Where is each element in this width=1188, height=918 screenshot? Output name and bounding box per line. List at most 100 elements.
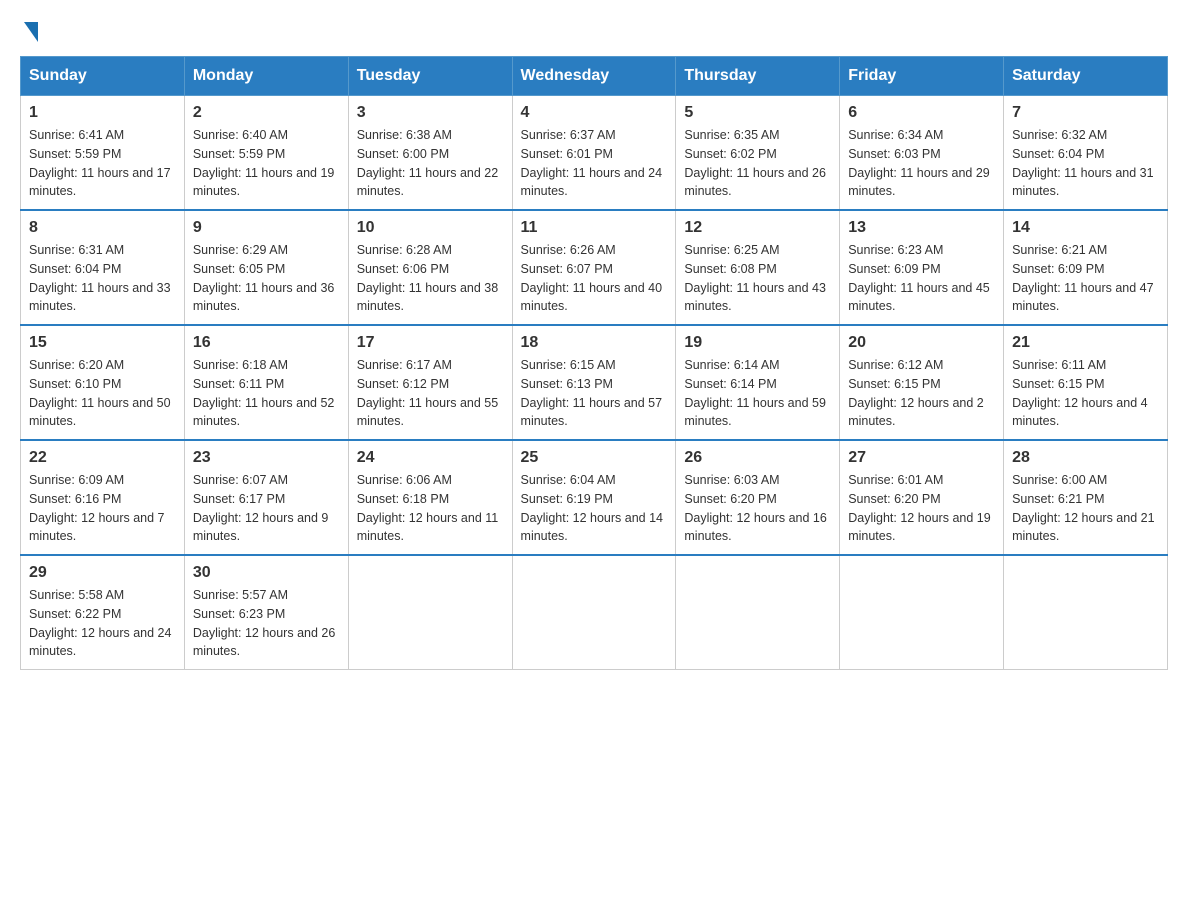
day-info: Sunrise: 6:34 AMSunset: 6:03 PMDaylight:… [848, 126, 995, 201]
calendar-cell [840, 555, 1004, 670]
day-info: Sunrise: 6:41 AMSunset: 5:59 PMDaylight:… [29, 126, 176, 201]
logo [20, 20, 38, 40]
day-number: 3 [357, 104, 504, 122]
day-info: Sunrise: 6:04 AMSunset: 6:19 PMDaylight:… [521, 471, 668, 546]
day-info: Sunrise: 5:58 AMSunset: 6:22 PMDaylight:… [29, 586, 176, 661]
weekday-header-tuesday: Tuesday [348, 57, 512, 96]
day-info: Sunrise: 6:11 AMSunset: 6:15 PMDaylight:… [1012, 356, 1159, 431]
calendar-cell: 16 Sunrise: 6:18 AMSunset: 6:11 PMDayligh… [184, 325, 348, 440]
day-number: 14 [1012, 219, 1159, 237]
day-number: 13 [848, 219, 995, 237]
day-info: Sunrise: 6:09 AMSunset: 6:16 PMDaylight:… [29, 471, 176, 546]
calendar-cell: 4 Sunrise: 6:37 AMSunset: 6:01 PMDaylight… [512, 96, 676, 211]
calendar-cell [676, 555, 840, 670]
day-number: 30 [193, 564, 340, 582]
day-number: 28 [1012, 449, 1159, 467]
day-info: Sunrise: 6:18 AMSunset: 6:11 PMDaylight:… [193, 356, 340, 431]
week-row-4: 22 Sunrise: 6:09 AMSunset: 6:16 PMDayligh… [21, 440, 1168, 555]
logo-triangle-icon [24, 22, 38, 42]
weekday-header-monday: Monday [184, 57, 348, 96]
day-number: 25 [521, 449, 668, 467]
day-info: Sunrise: 6:40 AMSunset: 5:59 PMDaylight:… [193, 126, 340, 201]
week-row-2: 8 Sunrise: 6:31 AMSunset: 6:04 PMDaylight… [21, 210, 1168, 325]
weekday-header-thursday: Thursday [676, 57, 840, 96]
day-info: Sunrise: 6:21 AMSunset: 6:09 PMDaylight:… [1012, 241, 1159, 316]
day-number: 23 [193, 449, 340, 467]
calendar-cell: 2 Sunrise: 6:40 AMSunset: 5:59 PMDaylight… [184, 96, 348, 211]
day-number: 15 [29, 334, 176, 352]
calendar-cell: 11 Sunrise: 6:26 AMSunset: 6:07 PMDayligh… [512, 210, 676, 325]
day-number: 29 [29, 564, 176, 582]
day-info: Sunrise: 6:29 AMSunset: 6:05 PMDaylight:… [193, 241, 340, 316]
calendar-cell: 27 Sunrise: 6:01 AMSunset: 6:20 PMDayligh… [840, 440, 1004, 555]
day-number: 4 [521, 104, 668, 122]
calendar-cell: 20 Sunrise: 6:12 AMSunset: 6:15 PMDayligh… [840, 325, 1004, 440]
day-info: Sunrise: 6:38 AMSunset: 6:00 PMDaylight:… [357, 126, 504, 201]
calendar-cell: 19 Sunrise: 6:14 AMSunset: 6:14 PMDayligh… [676, 325, 840, 440]
day-info: Sunrise: 6:25 AMSunset: 6:08 PMDaylight:… [684, 241, 831, 316]
day-info: Sunrise: 6:03 AMSunset: 6:20 PMDaylight:… [684, 471, 831, 546]
calendar-cell: 5 Sunrise: 6:35 AMSunset: 6:02 PMDaylight… [676, 96, 840, 211]
weekday-header-row: SundayMondayTuesdayWednesdayThursdayFrid… [21, 57, 1168, 96]
day-number: 24 [357, 449, 504, 467]
day-info: Sunrise: 6:32 AMSunset: 6:04 PMDaylight:… [1012, 126, 1159, 201]
day-number: 21 [1012, 334, 1159, 352]
calendar-cell: 8 Sunrise: 6:31 AMSunset: 6:04 PMDaylight… [21, 210, 185, 325]
day-info: Sunrise: 5:57 AMSunset: 6:23 PMDaylight:… [193, 586, 340, 661]
weekday-header-sunday: Sunday [21, 57, 185, 96]
day-info: Sunrise: 6:07 AMSunset: 6:17 PMDaylight:… [193, 471, 340, 546]
day-number: 27 [848, 449, 995, 467]
calendar-cell: 15 Sunrise: 6:20 AMSunset: 6:10 PMDayligh… [21, 325, 185, 440]
day-number: 20 [848, 334, 995, 352]
day-number: 2 [193, 104, 340, 122]
calendar-cell: 7Sunrise: 6:32 AMSunset: 6:04 PMDaylight… [1004, 96, 1168, 211]
day-number: 11 [521, 219, 668, 237]
calendar-cell: 17 Sunrise: 6:17 AMSunset: 6:12 PMDayligh… [348, 325, 512, 440]
day-info: Sunrise: 6:01 AMSunset: 6:20 PMDaylight:… [848, 471, 995, 546]
day-number: 12 [684, 219, 831, 237]
week-row-5: 29 Sunrise: 5:58 AMSunset: 6:22 PMDayligh… [21, 555, 1168, 670]
calendar-cell: 18 Sunrise: 6:15 AMSunset: 6:13 PMDayligh… [512, 325, 676, 440]
calendar-cell [512, 555, 676, 670]
day-number: 18 [521, 334, 668, 352]
day-number: 22 [29, 449, 176, 467]
day-info: Sunrise: 6:31 AMSunset: 6:04 PMDaylight:… [29, 241, 176, 316]
day-number: 9 [193, 219, 340, 237]
calendar-cell: 24Sunrise: 6:06 AMSunset: 6:18 PMDayligh… [348, 440, 512, 555]
calendar-cell [1004, 555, 1168, 670]
day-info: Sunrise: 6:15 AMSunset: 6:13 PMDaylight:… [521, 356, 668, 431]
calendar-cell: 1Sunrise: 6:41 AMSunset: 5:59 PMDaylight… [21, 96, 185, 211]
day-number: 26 [684, 449, 831, 467]
calendar-cell: 29 Sunrise: 5:58 AMSunset: 6:22 PMDayligh… [21, 555, 185, 670]
calendar-cell [348, 555, 512, 670]
calendar-cell: 9 Sunrise: 6:29 AMSunset: 6:05 PMDaylight… [184, 210, 348, 325]
page-header [20, 20, 1168, 40]
day-info: Sunrise: 6:35 AMSunset: 6:02 PMDaylight:… [684, 126, 831, 201]
calendar-cell: 3 Sunrise: 6:38 AMSunset: 6:00 PMDaylight… [348, 96, 512, 211]
day-info: Sunrise: 6:17 AMSunset: 6:12 PMDaylight:… [357, 356, 504, 431]
day-info: Sunrise: 6:12 AMSunset: 6:15 PMDaylight:… [848, 356, 995, 431]
day-number: 8 [29, 219, 176, 237]
calendar-cell: 6 Sunrise: 6:34 AMSunset: 6:03 PMDaylight… [840, 96, 1004, 211]
day-info: Sunrise: 6:20 AMSunset: 6:10 PMDaylight:… [29, 356, 176, 431]
day-info: Sunrise: 6:28 AMSunset: 6:06 PMDaylight:… [357, 241, 504, 316]
calendar-cell: 10Sunrise: 6:28 AMSunset: 6:06 PMDayligh… [348, 210, 512, 325]
day-number: 19 [684, 334, 831, 352]
day-info: Sunrise: 6:26 AMSunset: 6:07 PMDaylight:… [521, 241, 668, 316]
calendar-cell: 28Sunrise: 6:00 AMSunset: 6:21 PMDayligh… [1004, 440, 1168, 555]
calendar-cell: 13 Sunrise: 6:23 AMSunset: 6:09 PMDayligh… [840, 210, 1004, 325]
calendar-cell: 14 Sunrise: 6:21 AMSunset: 6:09 PMDayligh… [1004, 210, 1168, 325]
calendar-cell: 30 Sunrise: 5:57 AMSunset: 6:23 PMDayligh… [184, 555, 348, 670]
week-row-1: 1Sunrise: 6:41 AMSunset: 5:59 PMDaylight… [21, 96, 1168, 211]
day-number: 17 [357, 334, 504, 352]
day-info: Sunrise: 6:14 AMSunset: 6:14 PMDaylight:… [684, 356, 831, 431]
calendar-table: SundayMondayTuesdayWednesdayThursdayFrid… [20, 56, 1168, 670]
day-info: Sunrise: 6:37 AMSunset: 6:01 PMDaylight:… [521, 126, 668, 201]
day-number: 6 [848, 104, 995, 122]
day-number: 5 [684, 104, 831, 122]
weekday-header-wednesday: Wednesday [512, 57, 676, 96]
day-info: Sunrise: 6:23 AMSunset: 6:09 PMDaylight:… [848, 241, 995, 316]
calendar-cell: 21 Sunrise: 6:11 AMSunset: 6:15 PMDayligh… [1004, 325, 1168, 440]
day-number: 16 [193, 334, 340, 352]
calendar-cell: 26 Sunrise: 6:03 AMSunset: 6:20 PMDayligh… [676, 440, 840, 555]
